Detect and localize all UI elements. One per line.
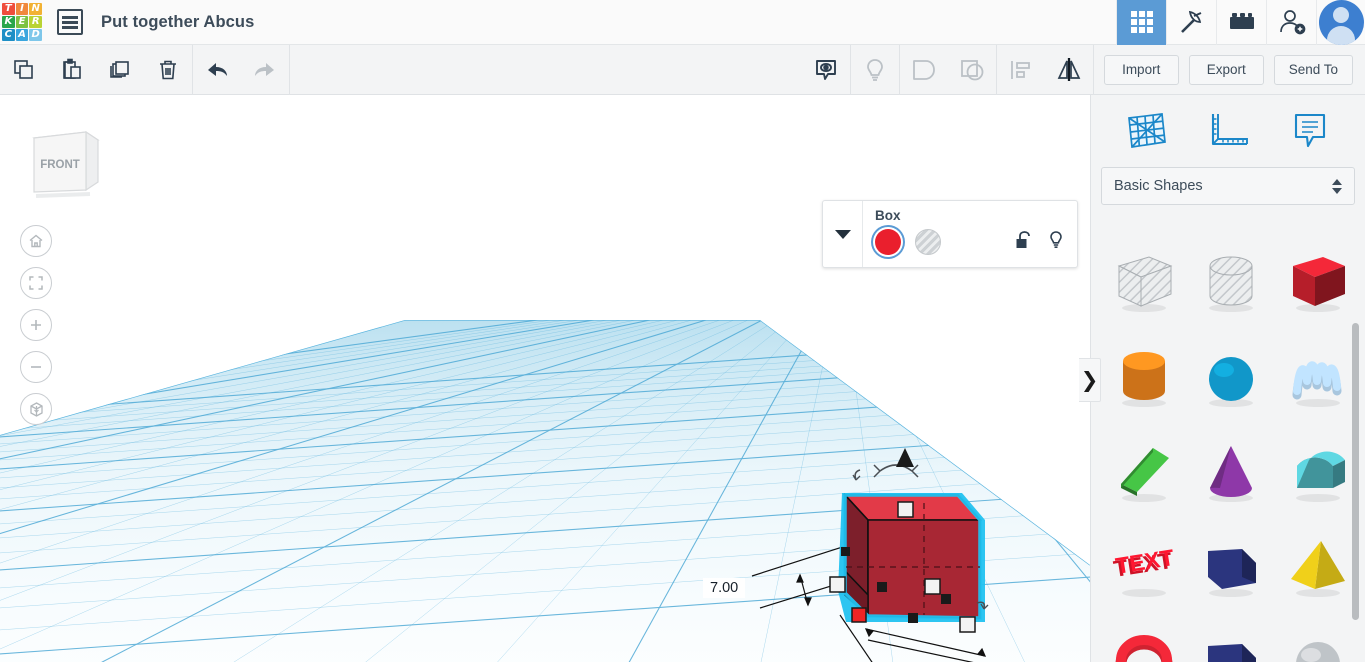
mirror-flip-icon[interactable] xyxy=(1045,45,1093,95)
main-toolbar: Import Export Send To xyxy=(0,44,1365,95)
cylinder-hole-shape[interactable] xyxy=(1188,233,1273,328)
history-tools-group xyxy=(193,45,289,95)
align-icon[interactable] xyxy=(997,45,1045,95)
sphere-shape[interactable] xyxy=(1188,328,1273,423)
shape-library-select-wrap: Basic Shapes xyxy=(1091,167,1365,205)
top-bar: TIN KER CAD Put together Abcus xyxy=(0,0,1365,45)
solid-color-swatch[interactable] xyxy=(875,229,901,255)
logo-letter-d: D xyxy=(29,29,42,42)
toolbar-divider xyxy=(289,44,290,95)
light-bulb-icon[interactable] xyxy=(851,45,899,95)
group-shapes-icon[interactable] xyxy=(900,45,948,95)
logo-letter-k: K xyxy=(2,15,15,29)
workplane-icon[interactable] xyxy=(1117,105,1175,157)
tinkercad-logo[interactable]: TIN KER CAD xyxy=(0,0,45,45)
import-button[interactable]: Import xyxy=(1103,54,1179,85)
roof-shape[interactable] xyxy=(1275,423,1360,518)
fit-to-view-icon[interactable] xyxy=(20,267,52,299)
shape-panel-title: Box xyxy=(875,208,901,223)
viewport-nav-controls xyxy=(20,225,52,435)
copy-icon[interactable] xyxy=(0,45,48,95)
updown-arrows-icon xyxy=(1332,178,1342,194)
half-sphere-shape[interactable] xyxy=(1275,613,1360,662)
logo-letter-a: A xyxy=(15,29,29,42)
undo-arrow-icon[interactable] xyxy=(193,45,241,95)
paste-icon[interactable] xyxy=(48,45,96,95)
header-actions xyxy=(1116,0,1365,45)
cone-shape[interactable] xyxy=(1188,423,1273,518)
selected-box-shape[interactable] xyxy=(0,95,1090,662)
view-cube-face-label: FRONT xyxy=(40,159,80,171)
shapes-side-panel: Basic Shapes TEXT TEXT xyxy=(1090,95,1365,662)
hole-swatch[interactable] xyxy=(915,229,941,255)
shapes-scrollbar[interactable] xyxy=(1352,225,1359,662)
logo-letter-e: E xyxy=(15,15,29,29)
shape-library-value: Basic Shapes xyxy=(1114,178,1203,194)
rotate-handle-arrow xyxy=(896,448,914,467)
logo-letter-n: N xyxy=(29,2,42,15)
home-view-icon[interactable] xyxy=(20,225,52,257)
ungroup-shapes-icon[interactable] xyxy=(948,45,996,95)
zoom-in-icon[interactable] xyxy=(20,309,52,341)
wedge-shape[interactable] xyxy=(1101,423,1186,518)
tube-shape[interactable] xyxy=(1101,613,1186,662)
pickaxe-icon[interactable] xyxy=(1166,0,1216,45)
delete-trash-icon[interactable] xyxy=(144,45,192,95)
tinkercad-app: TIN KER CAD Put together Abcus Import Expo… xyxy=(0,0,1365,662)
shape-library-select[interactable]: Basic Shapes xyxy=(1101,167,1355,205)
text-shape[interactable]: TEXT TEXT xyxy=(1101,518,1186,613)
view-cube[interactable]: FRONT xyxy=(20,120,106,206)
center-tools-group xyxy=(802,44,1093,95)
lego-brick-icon[interactable] xyxy=(1216,0,1266,45)
panel-collapse-handle[interactable]: ❯ xyxy=(1079,358,1101,402)
shapes-library-grid[interactable]: TEXT TEXT xyxy=(1091,225,1365,662)
logo-letter-r: R xyxy=(29,15,42,29)
unlock-icon[interactable] xyxy=(1015,230,1033,255)
avatar[interactable] xyxy=(1316,0,1365,45)
3d-viewport[interactable]: 7.00 7.00 FRONT xyxy=(0,95,1090,662)
chevron-down-icon[interactable] xyxy=(823,201,863,267)
logo-letter-t: T xyxy=(2,2,15,15)
redo-arrow-icon[interactable] xyxy=(241,45,289,95)
ruler-icon[interactable] xyxy=(1199,105,1257,157)
scrollbar-thumb[interactable] xyxy=(1352,323,1359,620)
dimension-label-left: 7.00 xyxy=(703,578,746,598)
gallery-grid-icon[interactable] xyxy=(1116,0,1166,45)
ortho-perspective-icon[interactable] xyxy=(20,393,52,425)
export-button[interactable]: Export xyxy=(1188,54,1264,85)
panel-tool-tabs xyxy=(1091,95,1365,167)
edit-tools-group xyxy=(0,45,192,95)
list-menu-icon[interactable] xyxy=(57,9,83,35)
polygon2-shape[interactable] xyxy=(1188,613,1273,662)
logo-letter-i: I xyxy=(15,2,29,15)
scribble-shape[interactable] xyxy=(1275,328,1360,423)
box-shape[interactable] xyxy=(1275,233,1360,328)
box-hole-shape[interactable] xyxy=(1101,233,1186,328)
file-actions: Import Export Send To xyxy=(1094,54,1365,85)
note-icon[interactable] xyxy=(1281,105,1339,157)
page-title: Put together Abcus xyxy=(101,12,255,31)
add-person-icon[interactable] xyxy=(1266,0,1316,45)
logo-letter-c: C xyxy=(2,29,15,42)
pyramid-shape[interactable] xyxy=(1275,518,1360,613)
cylinder-shape[interactable] xyxy=(1101,328,1186,423)
shape-properties-panel: Box xyxy=(822,200,1078,268)
zoom-out-icon[interactable] xyxy=(20,351,52,383)
light-bulb-icon[interactable] xyxy=(1047,230,1065,255)
polygon-shape[interactable] xyxy=(1188,518,1273,613)
send-to-button[interactable]: Send To xyxy=(1273,54,1353,85)
duplicate-icon[interactable] xyxy=(96,45,144,95)
notes-eye-icon[interactable] xyxy=(802,45,850,95)
